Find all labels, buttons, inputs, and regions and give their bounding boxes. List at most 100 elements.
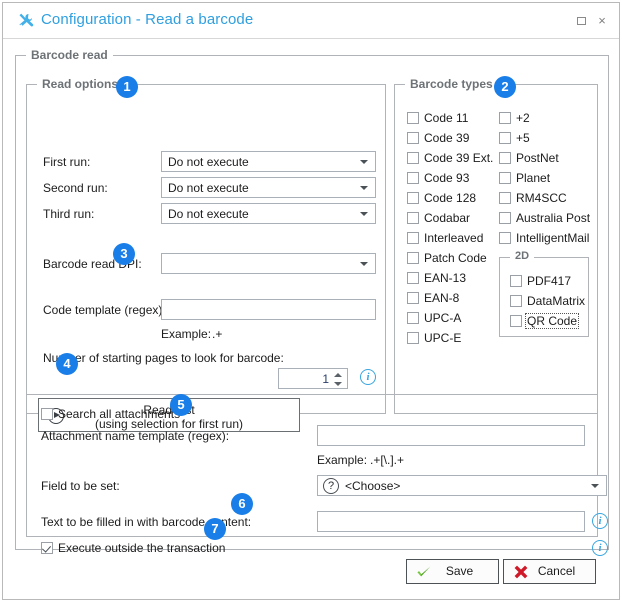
save-label: Save	[445, 564, 474, 578]
checkbox-label: +2	[516, 111, 530, 125]
checkbox-box	[407, 112, 419, 124]
checkbox-box	[407, 232, 419, 244]
group-barcode-types-title: Barcode types	[405, 77, 498, 91]
code-template-input[interactable]	[161, 299, 376, 320]
question-circle-icon: ?	[323, 478, 339, 494]
chevron-down-icon	[360, 212, 368, 216]
combo-first-run[interactable]: Do not execute	[161, 151, 376, 172]
combo-third-run-value: Do not execute	[168, 207, 249, 221]
checkbox-box	[407, 192, 419, 204]
stepper-up-icon[interactable]	[334, 373, 342, 377]
checkbox-box	[407, 272, 419, 284]
badge-3: 3	[113, 243, 135, 265]
code-template-example-value: .+	[212, 327, 223, 341]
checkbox-label: Planet	[516, 171, 551, 185]
checkbox-label: EAN-8	[424, 291, 460, 305]
checkbox-box	[407, 252, 419, 264]
chevron-down-icon	[591, 484, 599, 488]
combo-third-run[interactable]: Do not execute	[161, 203, 376, 224]
checkbox-label: RM4SCC	[516, 191, 567, 205]
group-read-options-title: Read options	[37, 77, 124, 91]
checkbox-box	[499, 192, 511, 204]
label-second-run: Second run:	[43, 181, 108, 195]
checkbox-box	[407, 332, 419, 344]
badge-4: 4	[56, 353, 78, 375]
maximize-icon	[576, 16, 586, 25]
label-attachment-template: Attachment name template (regex):	[41, 429, 230, 443]
cancel-label: Cancel	[537, 564, 576, 578]
checkbox-label: Code 39	[424, 131, 470, 145]
checkbox-label: Code 39 Ext.	[424, 151, 494, 165]
combo-second-run-value: Do not execute	[168, 181, 249, 195]
checkbox-label: PDF417	[527, 274, 572, 288]
checkbox-box	[41, 542, 53, 554]
checkbox-label: +5	[516, 131, 530, 145]
group-attachment-settings: Search all attachments Attachment name t…	[26, 394, 608, 556]
badge-1: 1	[116, 76, 138, 98]
badge-2: 2	[494, 76, 516, 98]
checkbox-label: Code 93	[424, 171, 470, 185]
chevron-down-icon	[360, 160, 368, 164]
checkbox-box	[499, 132, 511, 144]
checkbox-label: PostNet	[516, 151, 559, 165]
badge-5: 5	[170, 394, 192, 416]
label-third-run: Third run:	[43, 207, 95, 221]
checkbox-label: UPC-E	[424, 331, 462, 345]
checkbox-box	[407, 312, 419, 324]
chevron-down-icon	[360, 186, 368, 190]
title-bar: Configuration - Read a barcode ×	[3, 3, 619, 39]
checkbox-label: EAN-13	[424, 271, 467, 285]
chevron-down-icon	[360, 262, 368, 266]
label-field-to-be-set: Field to be set:	[41, 479, 120, 493]
stepper-buttons[interactable]	[333, 371, 344, 388]
attachment-template-input[interactable]	[317, 425, 585, 446]
page-title: Configuration - Read a barcode	[41, 11, 254, 28]
combo-second-run[interactable]: Do not execute	[161, 177, 376, 198]
badge-6: 6	[231, 493, 253, 515]
checkbox-box	[407, 172, 419, 184]
group-barcode-read-title: Barcode read	[26, 48, 113, 62]
attachment-example-label: Example:	[317, 453, 368, 467]
checkbox-box	[407, 212, 419, 224]
attachment-example-value: .+[\.].+	[370, 453, 405, 467]
checkbox-box	[499, 212, 511, 224]
combo-field-to-be-set[interactable]: ? <Choose>	[317, 475, 607, 496]
checkbox-label: QR Code	[524, 313, 580, 329]
tools-icon	[17, 12, 35, 30]
stepper-down-icon[interactable]	[334, 382, 342, 386]
text-filled-input[interactable]	[317, 511, 585, 532]
checkbox-box	[407, 152, 419, 164]
checkbox-label: Patch Code	[424, 251, 487, 265]
text-filled-info-icon[interactable]: i	[592, 513, 608, 529]
cancel-button[interactable]: Cancel	[503, 559, 596, 584]
checkbox-box	[499, 232, 511, 244]
checkbox-box	[499, 152, 511, 164]
starting-pages-stepper[interactable]: 1	[278, 368, 348, 389]
label-code-template: Code template (regex):	[43, 303, 166, 317]
checkbox-box	[407, 132, 419, 144]
save-button[interactable]: Save	[406, 559, 499, 584]
execute-outside-info-icon[interactable]: i	[592, 540, 608, 556]
combo-first-run-value: Do not execute	[168, 155, 249, 169]
starting-pages-info-icon[interactable]: i	[360, 369, 376, 385]
checkbox-label: Code 128	[424, 191, 477, 205]
close-button[interactable]: ×	[594, 13, 610, 29]
checkbox-box	[510, 295, 522, 307]
configuration-dialog: Configuration - Read a barcode × Barcode…	[2, 2, 620, 600]
maximize-button[interactable]	[573, 13, 589, 29]
combo-field-to-be-set-value: <Choose>	[345, 479, 401, 493]
checkbox-box	[499, 172, 511, 184]
group-2d-title: 2D	[510, 250, 535, 262]
checkbox-box	[499, 112, 511, 124]
group-read-options: Read options First run: Do not execute S…	[26, 77, 386, 414]
group-barcode-types: Barcode types Code 11 Code 39 Code 39 Ex…	[394, 77, 598, 414]
checkbox-label: Code 11	[424, 111, 469, 125]
combo-barcode-read-dpi[interactable]	[161, 253, 376, 274]
checkbox-box	[41, 408, 53, 420]
label-first-run: First run:	[43, 155, 91, 169]
starting-pages-value: 1	[322, 372, 329, 386]
checkbox-label: UPC-A	[424, 311, 462, 325]
label-starting-pages: Number of starting pages to look for bar…	[43, 351, 284, 365]
checkbox-box	[407, 292, 419, 304]
group-2d: 2D PDF417 DataMatrix QR Code	[499, 250, 589, 337]
